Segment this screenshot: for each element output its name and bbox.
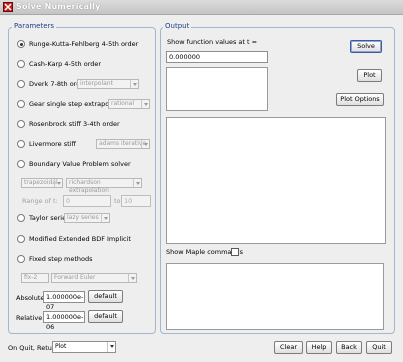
- fixed-step-field-select[interactable]: fix-2: [21, 273, 49, 283]
- on-quit-select[interactable]: Plot: [52, 341, 116, 353]
- parameters-title: Parameters: [12, 22, 57, 30]
- combo-value: Forward Euler: [54, 274, 96, 281]
- output-title: Output: [163, 22, 192, 30]
- method-label: Cash-Karp 4-5th order: [29, 60, 102, 68]
- method-fixed-step[interactable]: Fixed step methods: [17, 254, 93, 264]
- range-to-field[interactable]: 10: [121, 195, 151, 207]
- plot-area: [166, 117, 386, 244]
- method-livermore[interactable]: Livermore stiff: [17, 139, 76, 149]
- back-button[interactable]: Back: [336, 341, 362, 354]
- quit-button[interactable]: Quit: [366, 341, 392, 354]
- maple-commands-area[interactable]: [166, 263, 384, 330]
- method-rkf45[interactable]: Runge-Kutta-Fehlberg 4-5th order: [17, 39, 138, 49]
- radio-button[interactable]: [17, 40, 25, 48]
- combo-value: lazy series: [67, 214, 99, 221]
- absolute-default-button[interactable]: default: [88, 290, 123, 303]
- method-label: Rosenbrock stiff 3-4th order: [29, 120, 120, 128]
- radio-button[interactable]: [17, 214, 25, 222]
- solve-button[interactable]: Solve: [350, 40, 382, 53]
- combo-value: fix-2: [24, 274, 38, 281]
- method-label: Boundary Value Problem solver: [29, 160, 131, 168]
- combo-value: interpolant: [80, 80, 113, 87]
- absolute-tolerance-field[interactable]: 1.000000e-07: [43, 291, 85, 311]
- radio-button[interactable]: [17, 120, 25, 128]
- radio-button[interactable]: [17, 60, 25, 68]
- method-bvp[interactable]: Boundary Value Problem solver: [17, 159, 131, 169]
- fixed-step-method-select[interactable]: Forward Euler: [51, 273, 137, 283]
- combo-value: trapezoidal: [24, 179, 58, 186]
- title-bar: Solve Numerically: [0, 0, 403, 15]
- combo-value: richardson extrapolation: [69, 179, 109, 194]
- bvp-scheme-select[interactable]: trapezoidal: [21, 178, 63, 188]
- combo-value: rational: [111, 100, 134, 107]
- relative-label: Relative:: [16, 314, 45, 322]
- window-title: Solve Numerically: [16, 2, 101, 11]
- chevron-down-icon: [54, 179, 62, 187]
- combo-value: Plot: [55, 343, 67, 350]
- clear-button[interactable]: Clear: [274, 341, 303, 354]
- radio-button[interactable]: [17, 255, 25, 263]
- help-button[interactable]: Help: [306, 341, 332, 354]
- range-from-field[interactable]: 0: [63, 195, 111, 207]
- range-to-label: to: [114, 197, 121, 205]
- maple-leaf-icon: [3, 2, 13, 12]
- radio-button[interactable]: [17, 140, 25, 148]
- relative-tolerance-field[interactable]: 1.000000e-06: [43, 311, 85, 331]
- chevron-down-icon: [107, 342, 115, 352]
- gear-option-select[interactable]: rational: [108, 99, 150, 109]
- dverk-option-select[interactable]: interpolant: [77, 79, 139, 89]
- range-label: Range of t:: [22, 197, 58, 205]
- combo-value: adams iterative: [99, 140, 147, 147]
- t-value-field[interactable]: 0.000000: [166, 51, 268, 63]
- plot-options-button[interactable]: Plot Options: [336, 93, 384, 106]
- chevron-down-icon: [101, 214, 109, 222]
- chevron-down-icon: [128, 274, 136, 282]
- relative-default-button[interactable]: default: [88, 310, 123, 323]
- chevron-down-icon: [130, 80, 138, 88]
- function-values-area[interactable]: [166, 67, 268, 111]
- radio-button[interactable]: [17, 100, 25, 108]
- radio-button[interactable]: [17, 160, 25, 168]
- radio-button[interactable]: [17, 235, 25, 243]
- method-mebdfi[interactable]: Modified Extended BDF Implicit: [17, 234, 131, 244]
- method-label: Runge-Kutta-Fehlberg 4-5th order: [29, 40, 139, 48]
- show-values-label: Show function values at t =: [167, 38, 258, 46]
- bvp-extrapolation-select[interactable]: richardson extrapolation: [66, 178, 142, 194]
- method-label: Livermore stiff: [29, 140, 76, 148]
- taylor-option-select[interactable]: lazy series: [64, 213, 110, 223]
- chevron-down-icon: [141, 100, 149, 108]
- method-label: Fixed step methods: [29, 255, 93, 263]
- method-taylor[interactable]: Taylor series: [17, 213, 70, 223]
- chevron-down-icon: [141, 140, 149, 148]
- chevron-down-icon: [133, 179, 141, 187]
- livermore-option-select[interactable]: adams iterative: [96, 139, 150, 149]
- method-rosenbrock[interactable]: Rosenbrock stiff 3-4th order: [17, 119, 120, 129]
- show-maple-checkbox[interactable]: [231, 248, 239, 256]
- method-cash-karp[interactable]: Cash-Karp 4-5th order: [17, 59, 101, 69]
- plot-button[interactable]: Plot: [357, 69, 382, 82]
- radio-button[interactable]: [17, 80, 25, 88]
- method-label: Modified Extended BDF Implicit: [29, 235, 131, 243]
